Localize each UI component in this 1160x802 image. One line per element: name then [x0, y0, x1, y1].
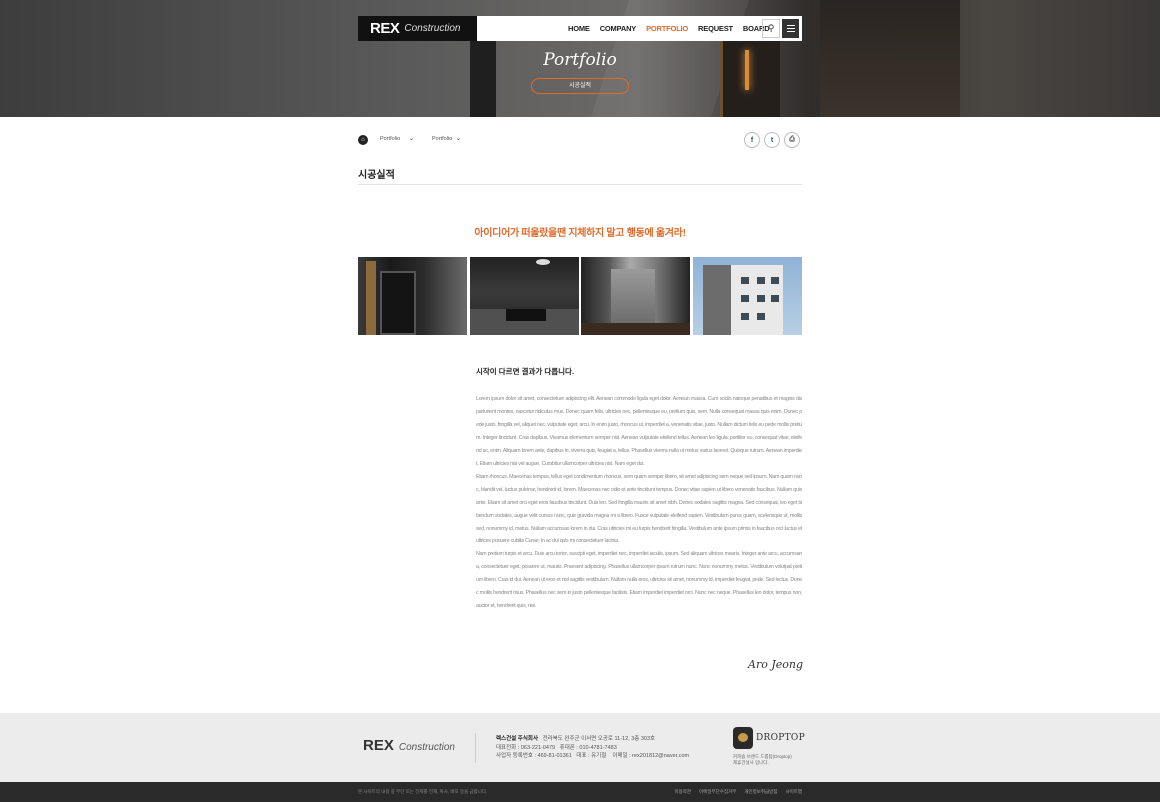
company-info: 렉스건설 주식회사 전라북도 완주군 이서면 오공로 11-12, 3층 303… [496, 735, 689, 761]
interior-door-photo[interactable] [358, 257, 467, 335]
company-ceo: 대표 : 유기철 [576, 753, 607, 759]
twitter-icon: t [770, 136, 774, 144]
article-heading: 시작이 다르면 결과가 다릅니다. [476, 367, 575, 376]
link-email-refusal[interactable]: 이메일무단수집거부 [699, 789, 736, 795]
hero-title: Portfolio [543, 50, 617, 70]
bottom-bar: 본 사이트의 내용 중 무단 또는 전재를 전재, 복사, 배포 등을 금합니다… [0, 782, 1160, 802]
company-mobile: 휴대폰 : 010-4781-7483 [559, 744, 617, 751]
logo-sub-text: Construction [404, 23, 461, 34]
slogan: 아이디어가 떠올랐을땐 지체하지 말고 행동에 옮겨라! [474, 228, 686, 239]
facebook-share-button[interactable]: f [744, 132, 760, 148]
menu-home[interactable]: HOME [568, 24, 590, 33]
print-icon: ⎙ [789, 136, 795, 143]
facebook-icon: f [750, 136, 754, 144]
company-phone: 대표전화 : 063-221-0479 [496, 744, 556, 751]
stone-wall-photo[interactable] [581, 257, 690, 335]
divider [358, 184, 802, 185]
droptop-name[interactable]: DROPTOP [756, 733, 805, 743]
breadcrumb-item-1[interactable]: Portfolio [380, 136, 400, 142]
copyright-text: 본 사이트의 내용 중 무단 또는 전재를 전재, 복사, 배포 등을 금합니다… [358, 789, 488, 794]
living-room-photo[interactable] [470, 257, 579, 335]
footer-divider [475, 733, 476, 763]
chevron-down-icon[interactable]: ⌄ [409, 135, 414, 142]
link-sitemap[interactable]: 사이트맵 [785, 789, 802, 795]
article-body: Lorem ipsum dolor sit amet, consectetuer… [476, 393, 802, 613]
top-navbar: REX Construction HOME COMPANY PORTFOLIO … [358, 16, 802, 41]
breadcrumb-item-2[interactable]: Portfolio [432, 136, 452, 142]
main-menu: HOME COMPANY PORTFOLIO REQUEST BOARD [568, 16, 770, 41]
hero-banner: REX Construction HOME COMPANY PORTFOLIO … [0, 0, 1160, 117]
menu-request[interactable]: REQUEST [698, 24, 733, 33]
company-name: 렉스건설 주식회사 [496, 736, 539, 742]
footer-logo: REX Construction [363, 737, 455, 754]
hamburger-menu-button[interactable] [782, 19, 799, 38]
site-logo[interactable]: REX Construction [358, 16, 477, 41]
building-exterior-photo[interactable] [693, 257, 802, 335]
menu-portfolio[interactable]: PORTFOLIO [646, 24, 688, 33]
hamburger-icon [786, 25, 795, 26]
signature: Aro Jeong [748, 658, 803, 671]
company-email: 이메일 : rex201812@naver.com [612, 753, 690, 759]
link-terms[interactable]: 이용약관 [674, 789, 691, 795]
search-button[interactable]: ⚲ [762, 19, 780, 38]
footer: REX Construction 렉스건설 주식회사 전라북도 완주군 이서면 … [0, 713, 1160, 782]
menu-company[interactable]: COMPANY [600, 24, 637, 33]
article-paragraph: Nam pretium turpis et arcu. Duis arcu to… [476, 551, 802, 610]
logo-main-text: REX [370, 20, 400, 37]
company-bizno: 사업자 등록번호 : 469-81-01361 [496, 753, 572, 759]
twitter-share-button[interactable]: t [764, 132, 780, 148]
droptop-logo-icon[interactable] [733, 727, 753, 749]
hero-subtitle-badge: 시공실적 [531, 78, 629, 94]
home-icon[interactable]: ⌂ [358, 135, 368, 145]
page-title: 시공실적 [358, 170, 395, 181]
droptop-description: 커피숍 브랜드 드롭탑(Droptop) 제휴건설사 입니다. [733, 754, 792, 765]
footer-links: 이용약관 이메일무단수집거부 개인정보취급방침 사이트맵 [674, 789, 802, 795]
chevron-down-icon[interactable]: ⌄ [456, 135, 461, 142]
search-icon: ⚲ [767, 23, 775, 33]
article-paragraph: Etiam rhoncus. Maecenas tempus, tellus e… [476, 473, 802, 545]
link-privacy[interactable]: 개인정보취급방침 [744, 789, 777, 795]
company-address: 전라북도 완주군 이서면 오공로 11-12, 3층 303호 [542, 736, 656, 742]
print-button[interactable]: ⎙ [784, 132, 800, 148]
article-paragraph: Lorem ipsum dolor sit amet, consectetuer… [476, 396, 802, 467]
